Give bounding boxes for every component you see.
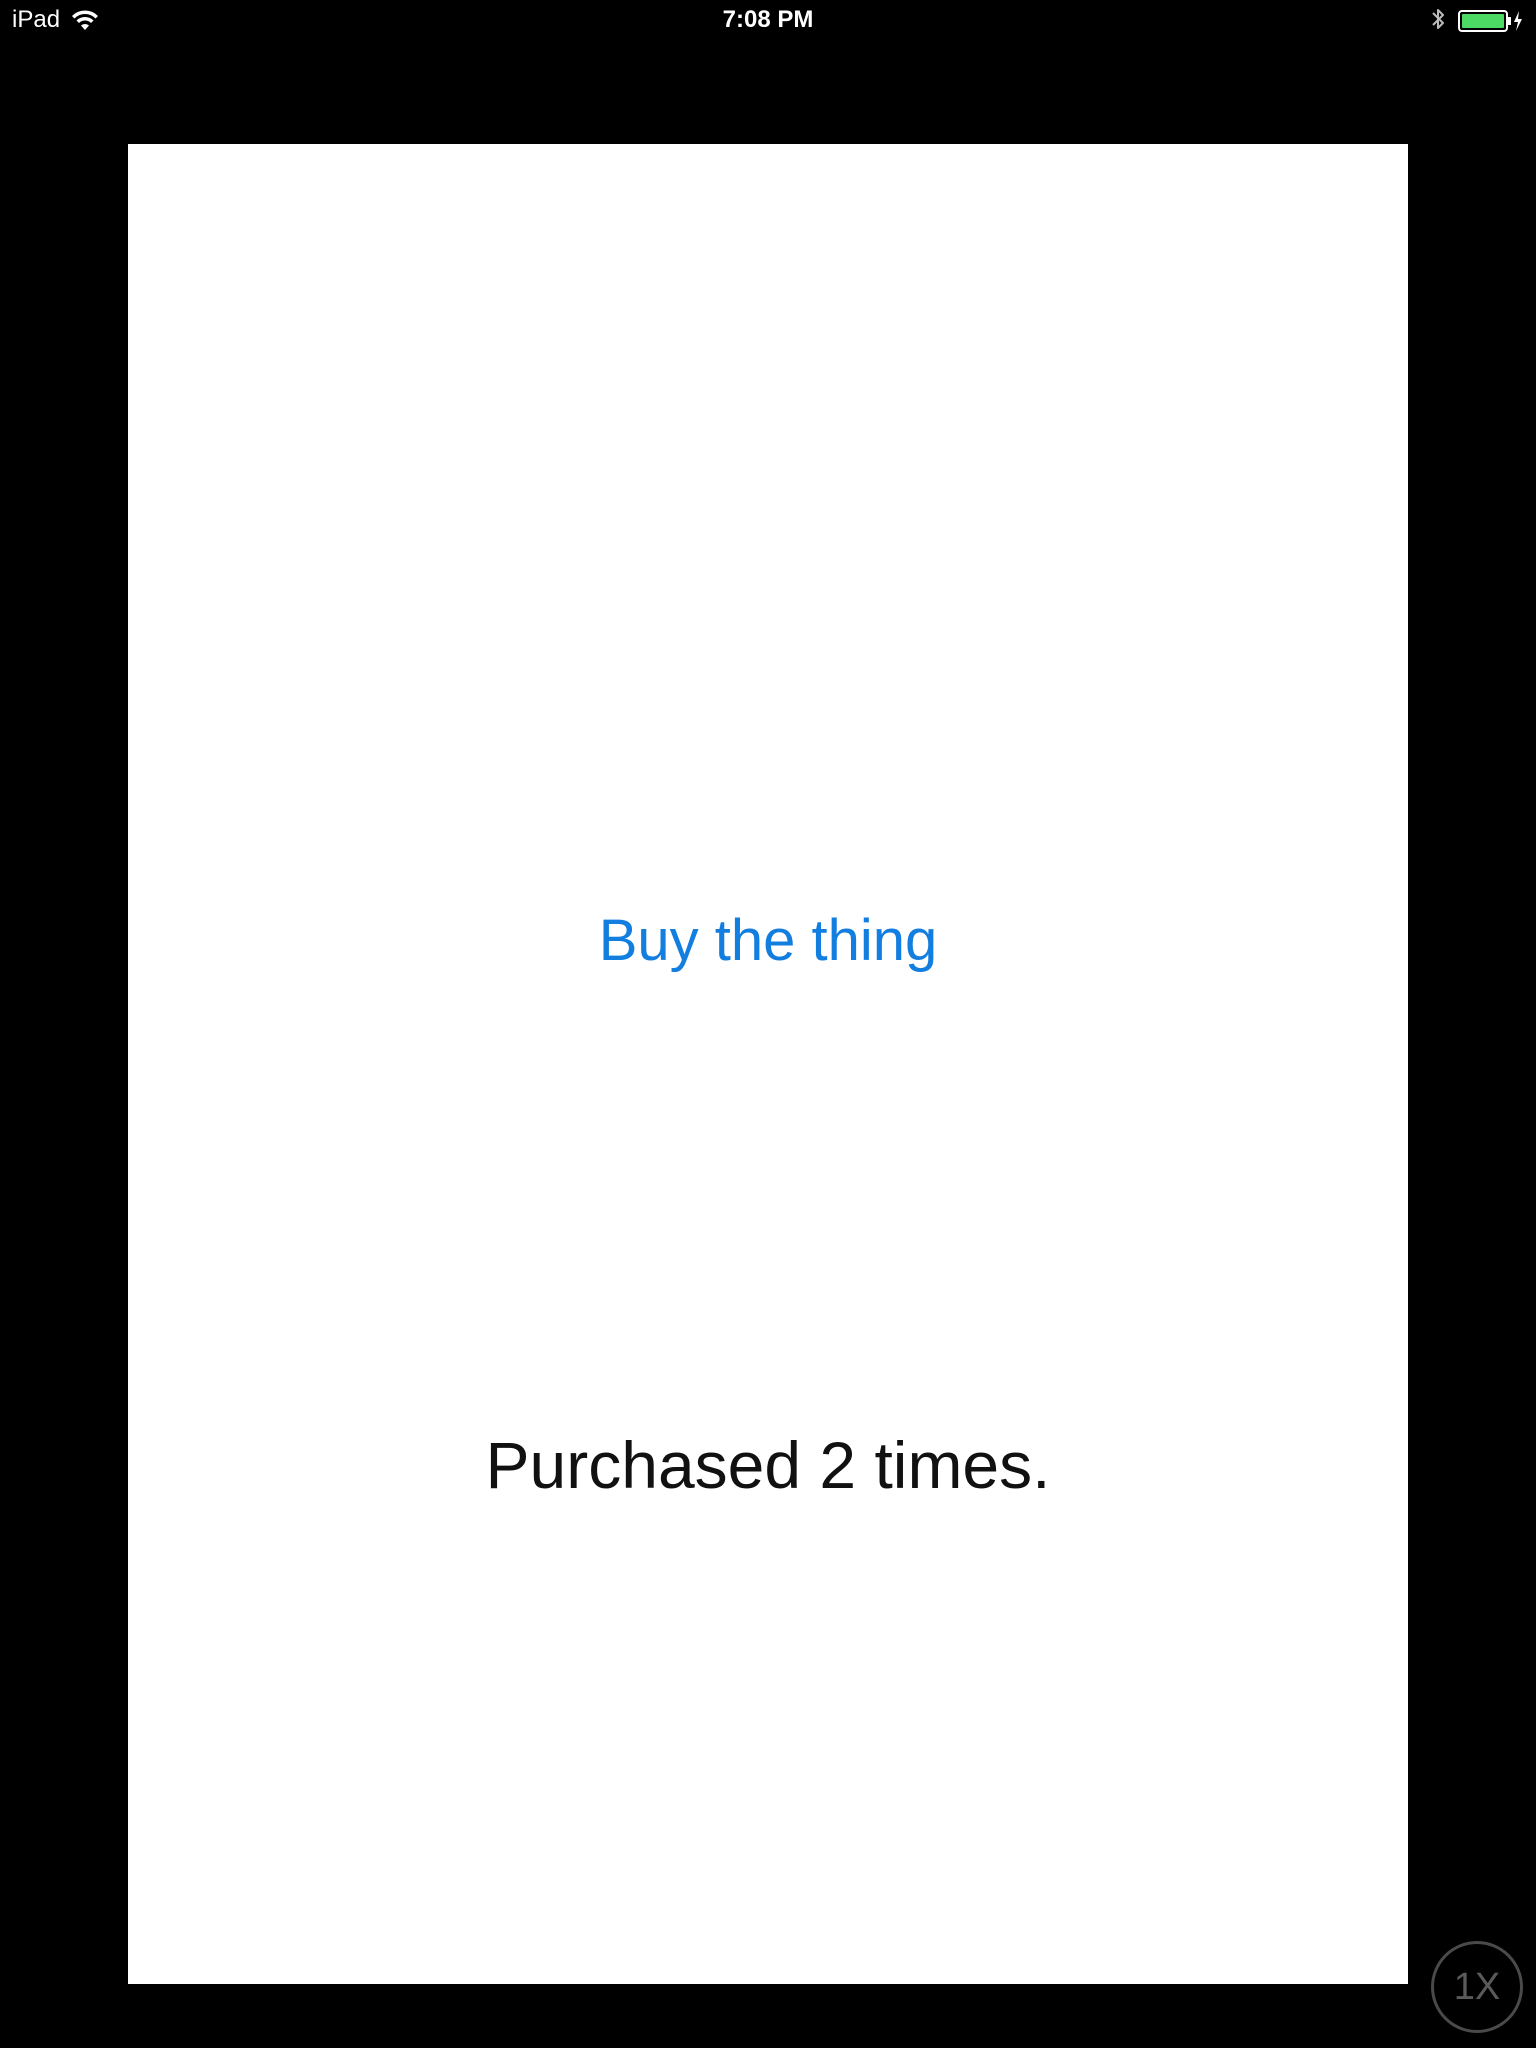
ipad-screen: iPad 7:08 PM Buy the thing Purchased 2 t… xyxy=(0,0,1536,2048)
purchase-count-label: Purchased 2 times. xyxy=(485,1428,1051,1502)
status-bar: iPad 7:08 PM xyxy=(0,0,1536,40)
bluetooth-icon xyxy=(1428,6,1448,34)
battery-charging-icon xyxy=(1458,9,1524,33)
main-view: Buy the thing Purchased 2 times. xyxy=(128,144,1408,1984)
buy-button[interactable]: Buy the thing xyxy=(128,896,1408,986)
status-time: 7:08 PM xyxy=(722,6,814,33)
zoom-toggle-button[interactable]: 1X xyxy=(1431,1941,1523,2033)
